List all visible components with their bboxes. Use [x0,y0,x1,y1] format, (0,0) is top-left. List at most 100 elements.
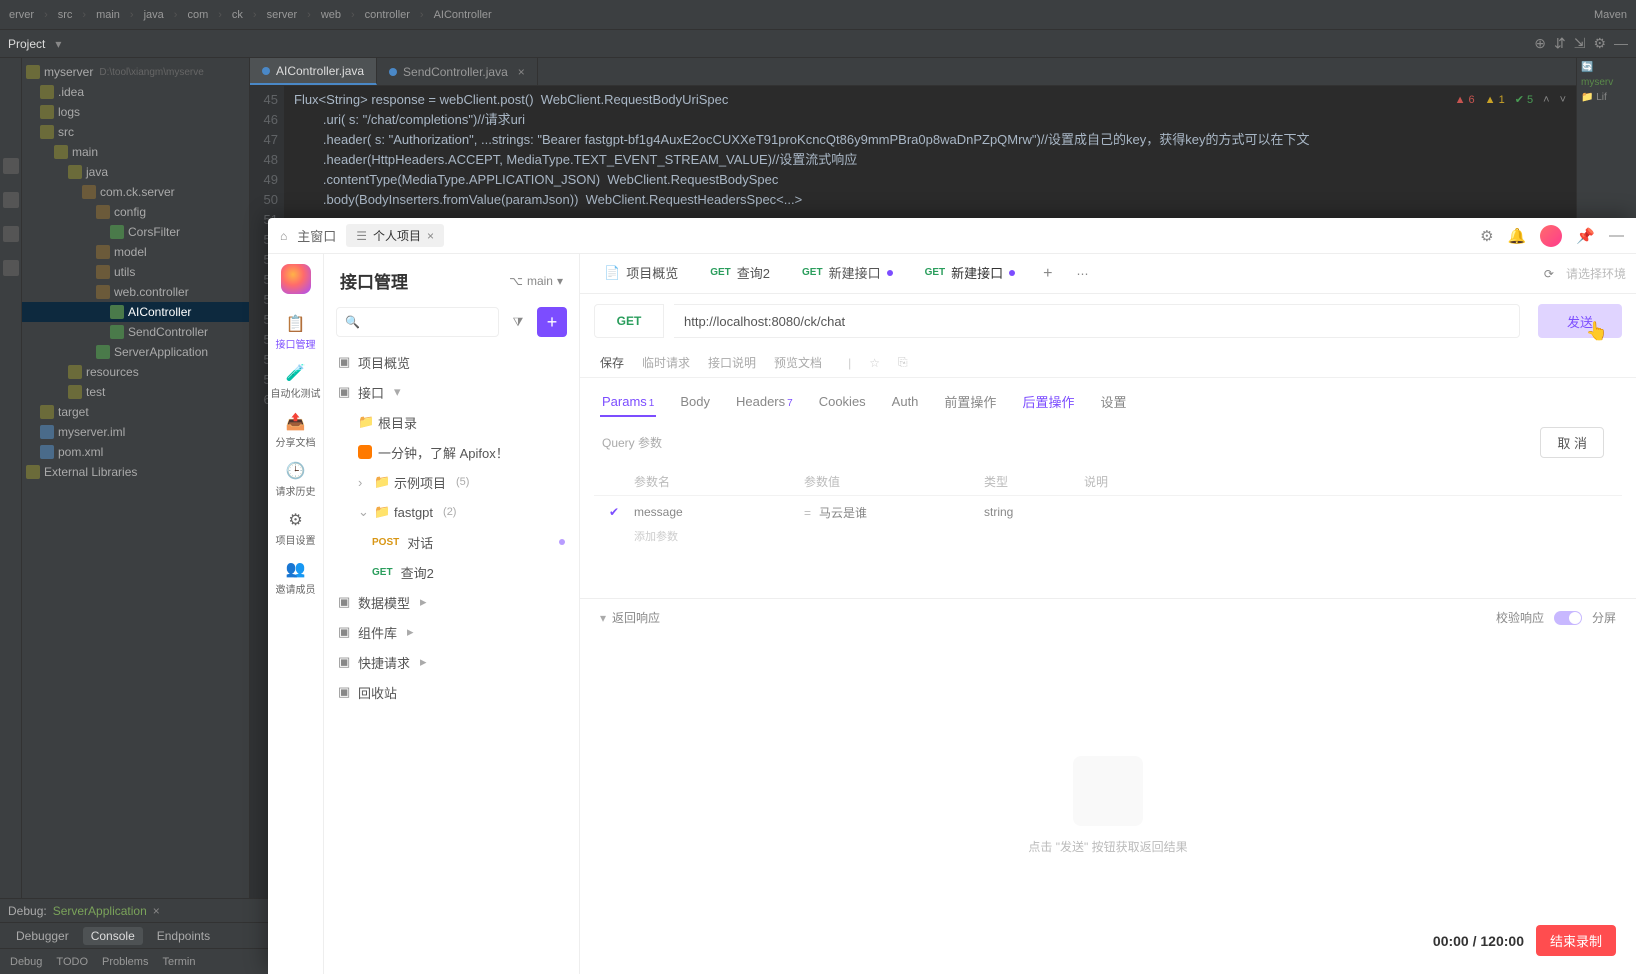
crumb[interactable]: web [318,9,344,21]
project-tree[interactable]: myserver D:\tool\xiangm\myserve .idealog… [22,58,250,948]
paramtab-pre[interactable]: 前置操作 [942,386,998,419]
bookmark-icon[interactable]: ☆ [869,356,880,370]
tree-item-src[interactable]: src [22,122,249,142]
paramtab-post[interactable]: 后置操作 [1020,386,1076,419]
tree-root[interactable]: myserver D:\tool\xiangm\myserve [22,62,249,82]
avatar[interactable] [1540,225,1562,247]
url-input[interactable]: http://localhost:8080/ck/chat [674,304,1520,338]
gutter-icon[interactable] [3,158,19,174]
tree-item-aicontroller[interactable]: AIController [22,302,249,322]
tree-item-com-ck-server[interactable]: com.ck.server [22,182,249,202]
paramtab-settings[interactable]: 设置 [1098,386,1128,419]
response-section-header[interactable]: ▾ 返回响应 校验响应 分屏 [580,598,1636,636]
editor-tab-aicontroller[interactable]: AIController.java [250,58,377,85]
home-icon[interactable]: ⌂ [280,229,287,243]
home-tab[interactable]: 主窗口 [297,226,336,245]
close-icon[interactable]: × [427,229,434,243]
console-tab[interactable]: Console [83,927,143,945]
rail-接口管理[interactable]: 📋接口管理 [271,308,321,357]
tree-item-pom-xml[interactable]: pom.xml [22,442,249,462]
paramtab-body[interactable]: Body [678,388,712,417]
tree-item-serverapplication[interactable]: ServerApplication [22,342,249,362]
subtab-temp[interactable]: 临时请求 [642,354,690,371]
rail-分享文档[interactable]: 📤分享文档 [271,406,321,455]
rail-请求历史[interactable]: 🕒请求历史 [271,455,321,504]
crumb[interactable]: main [93,9,123,21]
chevron-down-icon[interactable]: ˅ [1560,90,1566,110]
sidebar-interface[interactable]: ▣接口▾ [324,377,579,407]
rail-邀请成员[interactable]: 👥邀请成员 [271,553,321,602]
crumb[interactable]: erver [6,9,37,21]
crumb[interactable]: com [184,9,211,21]
gutter-icon[interactable] [3,260,19,276]
add-button[interactable]: + [537,307,567,337]
tree-item--idea[interactable]: .idea [22,82,249,102]
copy-icon[interactable]: ⎘ [898,355,908,370]
branch-selector[interactable]: ⌥ main ▾ [509,274,563,288]
subtab-desc[interactable]: 接口说明 [708,354,756,371]
sidebar-search-input[interactable]: 🔍 [336,307,499,337]
param-name[interactable]: message [634,505,804,519]
subtab-save[interactable]: 保存 [600,354,624,371]
maven-label[interactable]: Maven [1591,9,1630,21]
project-tool-title[interactable]: Project [8,37,45,51]
crumb[interactable]: controller [362,9,413,21]
paramtab-auth[interactable]: Auth [890,388,921,417]
minimize-icon[interactable]: — [1609,227,1624,244]
sidebar-fastgpt-folder[interactable]: ⌄📁fastgpt(2) [324,497,579,527]
check-icon[interactable]: ✔ [609,505,619,519]
target-icon[interactable]: ⊕ [1534,35,1546,52]
crumb[interactable]: ck [229,9,246,21]
sidebar-quick-request[interactable]: ▣快捷请求▸ [324,647,579,677]
close-icon[interactable]: × [518,65,525,79]
pin-icon[interactable]: 📌 [1576,227,1595,245]
chevron-up-icon[interactable]: ˄ [1543,90,1549,110]
tree-item-target[interactable]: target [22,402,249,422]
more-tabs-icon[interactable]: ⋯ [1067,267,1099,281]
sidebar-data-model[interactable]: ▣数据模型▸ [324,587,579,617]
tree-item-model[interactable]: model [22,242,249,262]
hide-icon[interactable]: — [1614,35,1628,52]
tree-item-web-controller[interactable]: web.controller [22,282,249,302]
tab-new-2[interactable]: GET新建接口 [911,254,1030,293]
param-type[interactable]: string [984,505,1084,519]
tree-item-sendcontroller[interactable]: SendController [22,322,249,342]
tree-item-resources[interactable]: resources [22,362,249,382]
stop-recording-button[interactable]: 结束录制 [1536,925,1616,956]
editor-tab-sendcontroller[interactable]: SendController.java × [377,58,538,85]
tab-overview[interactable]: 📄项目概览 [590,254,692,293]
tree-item-utils[interactable]: utils [22,262,249,282]
crumb[interactable]: java [141,9,167,21]
sidebar-components[interactable]: ▣组件库▸ [324,617,579,647]
crumb[interactable]: server [264,9,301,21]
bell-icon[interactable]: 🔔 [1508,227,1527,245]
crumb[interactable]: src [55,9,76,21]
sidebar-example-project[interactable]: ›📁示例项目(5) [324,467,579,497]
expand-icon[interactable]: ⇵ [1554,35,1566,52]
debug-tool[interactable]: Debug [10,956,42,968]
add-param-placeholder[interactable]: 添加参数 [594,528,1622,552]
gear-icon[interactable]: ⚙ [1480,227,1493,245]
close-icon[interactable]: × [153,904,160,918]
rail-自动化测试[interactable]: 🧪自动化测试 [271,357,321,406]
gear-icon[interactable]: ⚙ [1593,35,1606,52]
sidebar-overview[interactable]: ▣项目概览 [324,347,579,377]
tree-item-config[interactable]: config [22,202,249,222]
filter-icon[interactable]: ⧩ [507,307,529,337]
apifox-logo[interactable] [281,264,311,294]
add-tab-button[interactable]: + [1033,265,1062,283]
tree-item-java[interactable]: java [22,162,249,182]
paramtab-params[interactable]: Params1 [600,388,656,417]
inspection-summary[interactable]: ▲ 6 ▲ 1 ✔ 5 ˄ ˅ [1455,90,1566,110]
sidebar-quick-learn[interactable]: 一分钟，了解 Apifox！ [324,437,579,467]
tab-query2[interactable]: GET查询2 [696,254,784,293]
send-button[interactable]: 发送 👆 [1538,304,1622,338]
method-select[interactable]: GET [594,304,664,338]
table-row[interactable]: ✔ message =马云是谁 string [594,496,1622,528]
validate-toggle[interactable] [1554,611,1582,625]
tree-item-logs[interactable]: logs [22,102,249,122]
paramtab-cookies[interactable]: Cookies [817,388,868,417]
tab-new-1[interactable]: GET新建接口 [788,254,907,293]
tree-item-main[interactable]: main [22,142,249,162]
rail-项目设置[interactable]: ⚙项目设置 [271,504,321,553]
